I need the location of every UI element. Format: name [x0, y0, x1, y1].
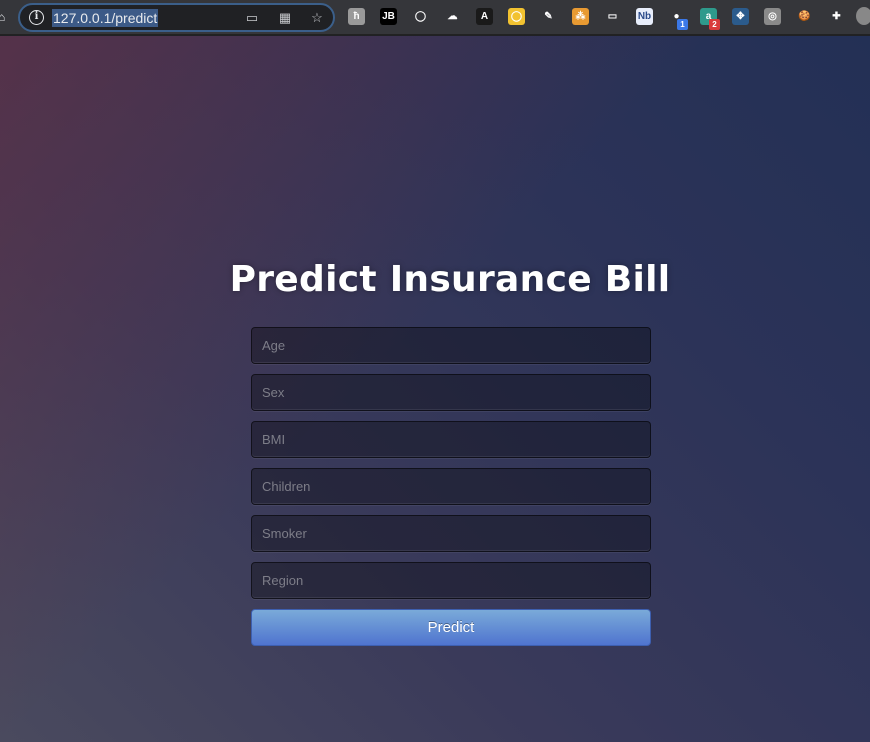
profile-avatar[interactable]: [856, 7, 870, 25]
browser-toolbar: ⌂ i 127.0.0.1/predict ▭ ▦ ☆ ħ JB ◯ ☁ A ◯ ✎ ⁂ ▭ Nb…: [0, 0, 870, 35]
extension-badge: 1: [677, 19, 688, 30]
smoker-input[interactable]: [251, 515, 651, 552]
qr-code-icon[interactable]: ▦: [275, 9, 295, 27]
url-text[interactable]: 127.0.0.1/predict: [52, 9, 159, 27]
region-input[interactable]: [251, 562, 651, 599]
gray-extension-icon[interactable]: ◎: [764, 8, 781, 25]
ring-extension-icon[interactable]: ◯: [412, 8, 429, 25]
hunter-extension-icon[interactable]: ħ: [348, 8, 365, 25]
age-input[interactable]: [251, 327, 651, 364]
sun-extension-icon[interactable]: ◯: [508, 8, 525, 25]
dropper-extension-icon[interactable]: ✎: [540, 8, 557, 25]
children-input[interactable]: [251, 468, 651, 505]
predict-button[interactable]: Predict: [251, 609, 651, 646]
puzzle-extension-icon[interactable]: ✚: [828, 8, 845, 25]
page-title: Predict Insurance Bill: [229, 259, 671, 300]
prediction-form: Predict: [251, 327, 651, 646]
page-content: Predict Insurance Bill Predict: [0, 36, 870, 742]
bookmark-star-icon[interactable]: ☆: [307, 9, 327, 27]
share-extension-icon[interactable]: ⁂: [572, 8, 589, 25]
notebook-extension-icon[interactable]: Nb: [636, 8, 653, 25]
bmi-input[interactable]: [251, 421, 651, 458]
jetbrains-extension-icon[interactable]: JB: [380, 8, 397, 25]
chat-extension-icon[interactable]: ▭: [604, 8, 621, 25]
home-icon[interactable]: ⌂: [0, 11, 6, 23]
cast-device-icon[interactable]: ▭: [242, 9, 262, 27]
site-info-icon[interactable]: i: [29, 10, 44, 25]
cookie-extension-icon[interactable]: 🍪: [796, 8, 813, 25]
network-extension-icon[interactable]: ✥: [732, 8, 749, 25]
cloud-extension-icon[interactable]: ☁: [444, 8, 461, 25]
address-bar[interactable]: i 127.0.0.1/predict ▭ ▦ ☆: [18, 3, 335, 32]
sex-input[interactable]: [251, 374, 651, 411]
adobe-extension-icon[interactable]: A: [476, 8, 493, 25]
extension-badge: 2: [709, 19, 720, 30]
